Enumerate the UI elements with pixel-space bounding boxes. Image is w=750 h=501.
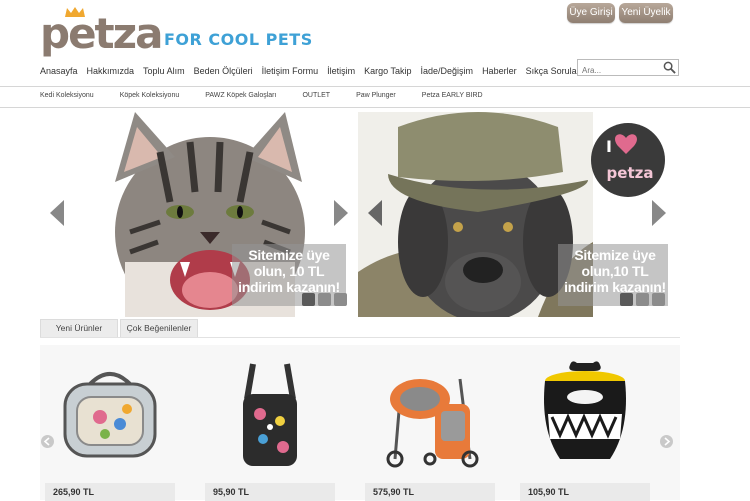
slider-dot[interactable] (318, 293, 331, 306)
search-icon[interactable] (663, 61, 676, 74)
tab-most-liked[interactable]: Çok Beğenilenler (120, 319, 198, 338)
subnav-item-early-bird[interactable]: Petza EARLY BIRD (422, 92, 483, 99)
product-price: 265,90 TL (53, 487, 95, 497)
badge-wordmark: petza (606, 164, 654, 182)
slider-dot[interactable] (302, 293, 315, 306)
petza-logo[interactable]: petza FOR COOL PETS (40, 7, 320, 58)
product-price: 95,90 TL (213, 487, 250, 497)
tabs-divider (40, 337, 680, 338)
subnav-item-paw-plunger[interactable]: Paw Plunger (356, 92, 396, 99)
logo-wordmark: petza (40, 9, 163, 58)
auth-buttons: Üye Girişi Yeni Üyelik (562, 0, 682, 28)
carousel-next-button[interactable] (660, 435, 673, 448)
product-card[interactable]: 105,90 TL (520, 359, 650, 501)
chevron-right-icon (664, 437, 671, 446)
search-input[interactable] (578, 63, 660, 77)
product-price: 105,90 TL (528, 487, 570, 497)
slider-dot[interactable] (652, 293, 665, 306)
chevron-left-icon[interactable] (368, 200, 382, 226)
nav-item-toplu-alim[interactable]: Toplu Alım (143, 66, 185, 82)
register-button[interactable]: Yeni Üyelik (619, 3, 673, 23)
promo-line: Sitemize üye (574, 247, 656, 263)
hero-slider-cat[interactable]: Sitemize üye olun, 10 TL indirim kazanın… (40, 112, 350, 317)
slider-dot[interactable] (636, 293, 649, 306)
chevron-right-icon[interactable] (652, 200, 666, 226)
main-nav: Anasayfa Hakkımızda Toplu Alım Beden Ölç… (40, 66, 622, 82)
login-button[interactable]: Üye Girişi (567, 3, 615, 23)
nav-item-beden-olculeri[interactable]: Beden Ölçüleri (194, 66, 253, 82)
tab-new-products[interactable]: Yeni Ürünler (40, 319, 118, 338)
hero-slider-dog[interactable]: I petza Sitemize üye olun,10 TL indirim … (358, 112, 668, 317)
chevron-right-icon[interactable] (334, 200, 348, 226)
promo-line: olun,10 TL (581, 263, 649, 279)
nav-item-iletisim[interactable]: İletişim (327, 66, 355, 82)
nav-item-iade-degisim[interactable]: İade/Değişim (421, 66, 474, 82)
slider-dots (620, 293, 665, 306)
product-card[interactable]: 575,90 TL (365, 359, 495, 501)
nav-item-haberler[interactable]: Haberler (482, 66, 517, 82)
product-card[interactable]: 265,90 TL (45, 359, 175, 501)
subnav-item-outlet[interactable]: OUTLET (302, 92, 330, 99)
product-image-stroller (386, 378, 479, 468)
promo-line: olun, 10 TL (253, 263, 325, 279)
product-image-carrier (63, 372, 157, 458)
product-carousel: 265,90 TL 95,90 TL 575,90 TL 105,90 TL (40, 345, 680, 501)
nav-item-anasayfa[interactable]: Anasayfa (40, 66, 78, 82)
nav-item-hakkimizda[interactable]: Hakkımızda (87, 66, 135, 82)
slider-dot[interactable] (620, 293, 633, 306)
subnav-item-kedi[interactable]: Kedi Koleksiyonu (40, 92, 94, 99)
promo-line: Sitemize üye (248, 247, 330, 263)
slider-dots (302, 293, 347, 306)
search-box (577, 59, 679, 77)
slider-dot[interactable] (334, 293, 347, 306)
nav-item-iletisim-formu[interactable]: İletişim Formu (262, 66, 319, 82)
sub-nav: Kedi Koleksiyonu Köpek Koleksiyonu PAWZ … (40, 92, 509, 99)
product-card[interactable]: 95,90 TL (205, 359, 335, 501)
nav-item-kargo-takip[interactable]: Kargo Takip (364, 66, 411, 82)
nav-divider-top (0, 86, 750, 87)
product-image-front-pack (243, 363, 297, 466)
logo-tagline: FOR COOL PETS (164, 30, 313, 49)
subnav-item-kopek[interactable]: Köpek Koleksiyonu (120, 92, 180, 99)
product-tabs: Yeni Ürünler Çok Beğenilenler (40, 319, 200, 338)
nav-divider-bottom (0, 107, 750, 108)
svg-text:I: I (606, 137, 612, 156)
subnav-item-pawz[interactable]: PAWZ Köpek Galoşları (205, 92, 276, 99)
product-price: 575,90 TL (373, 487, 415, 497)
product-image-treat-jar (544, 361, 626, 459)
chevron-left-icon[interactable] (50, 200, 64, 226)
